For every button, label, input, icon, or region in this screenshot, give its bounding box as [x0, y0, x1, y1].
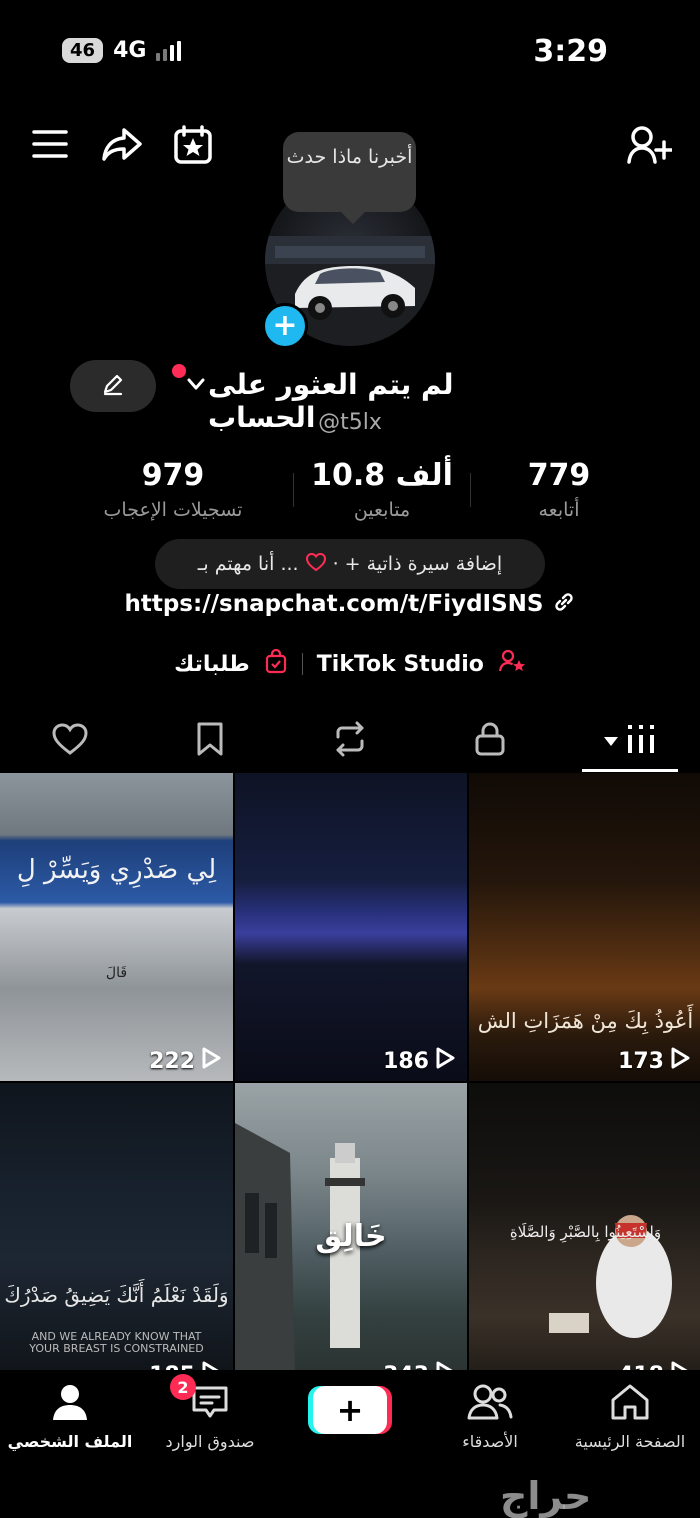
- bio-pill[interactable]: أنا مهتم بـ ... · + إضافة سيرة ذاتية: [155, 539, 545, 589]
- view-count-value: 222: [149, 1048, 195, 1074]
- network-badge: 46: [62, 38, 104, 63]
- username-handle: @t5lx: [318, 410, 382, 435]
- bookmark-icon: [195, 721, 225, 761]
- video-thumbnail[interactable]: 186: [235, 773, 467, 1081]
- nav-label: الملف الشخصي: [7, 1432, 133, 1451]
- create-button[interactable]: +: [313, 1386, 387, 1434]
- video-overlay-text: لِي صَدْرِي وَيَسِّرْ لِ: [16, 855, 217, 885]
- home-icon: [609, 1382, 651, 1426]
- inbox-icon: [190, 1382, 230, 1426]
- stat-value: 979: [141, 458, 205, 493]
- repost-icon: [330, 721, 370, 761]
- grid-videos-icon: [626, 723, 656, 759]
- shortcut-separator: [301, 653, 303, 675]
- notification-dot: [172, 364, 186, 378]
- heart-icon: [51, 722, 89, 760]
- interests-label[interactable]: أنا مهتم بـ ...: [198, 553, 299, 575]
- tab-liked[interactable]: [0, 710, 140, 772]
- add-friend-icon[interactable]: [626, 124, 674, 170]
- stat-following[interactable]: 779 أتابعه: [471, 458, 647, 521]
- stat-value: 779: [527, 458, 591, 493]
- view-count-value: 173: [618, 1048, 664, 1074]
- shortcuts-row: طلباتك TikTok Studio: [0, 648, 700, 680]
- status-prompt-tooltip[interactable]: أخبرنا ماذا حدث: [283, 132, 416, 224]
- tab-videos[interactable]: [560, 710, 700, 772]
- nav-inbox[interactable]: 2 صندوق الوارد: [140, 1370, 280, 1518]
- play-outline-icon: [435, 1047, 455, 1075]
- inbox-badge: 2: [170, 1374, 196, 1400]
- stat-likes[interactable]: 979 تسجيلات الإعجاب: [53, 458, 293, 521]
- edit-name-button[interactable]: [70, 360, 156, 412]
- profile-link-row[interactable]: https://snapchat.com/t/FiydISNS: [0, 590, 700, 617]
- video-thumbnail[interactable]: وَاسْتَعِينُوا بِالصَّبْرِ وَالصَّلَاةِ …: [469, 1083, 700, 1375]
- view-count: 173: [618, 1047, 690, 1075]
- video-grid: لِي صَدْرِي وَيَسِّرْ لِ قَالَ 222 186 أ…: [0, 773, 700, 1375]
- stat-followers[interactable]: 10.8 ألف متابعين: [294, 458, 470, 521]
- nav-label: الصفحة الرئيسية: [574, 1432, 686, 1451]
- view-count: 222: [149, 1047, 221, 1075]
- friends-icon: [467, 1382, 513, 1426]
- orders-label[interactable]: طلباتك: [174, 652, 250, 677]
- nav-label: الأصدقاء: [462, 1432, 518, 1451]
- nav-label: صندوق الوارد: [165, 1432, 255, 1451]
- status-time: 3:29: [533, 34, 608, 69]
- video-overlay-text: وَاسْتَعِينُوا بِالصَّبْرِ وَالصَّلَاةِ: [509, 1223, 662, 1241]
- status-left: 46 4G: [62, 38, 182, 63]
- link-icon: [552, 591, 576, 617]
- caret-down-icon: [604, 732, 618, 751]
- profile-link[interactable]: https://snapchat.com/t/FiydISNS: [124, 591, 543, 617]
- view-count-value: 186: [383, 1048, 429, 1074]
- tab-favorites[interactable]: [140, 710, 280, 772]
- bottom-nav: الملف الشخصي 2 صندوق الوارد + الأصدقاء ا…: [0, 1370, 700, 1518]
- video-overlay-english: AND WE ALREADY KNOW THAT YOUR BREAST IS …: [29, 1330, 204, 1355]
- video-overlay-text: وَلَقَدْ نَعْلَمُ أَنَّكَ يَضِيقُ صَدْرُ…: [4, 1283, 229, 1307]
- stat-label: متابعين: [353, 499, 411, 521]
- stats-row: 979 تسجيلات الإعجاب 10.8 ألف متابعين 779…: [0, 458, 700, 521]
- pencil-icon: [100, 371, 126, 401]
- studio-icon: [498, 648, 526, 680]
- bio-separator: ·: [332, 553, 339, 575]
- play-outline-icon: [201, 1047, 221, 1075]
- tiktok-studio-label[interactable]: TikTok Studio: [317, 652, 484, 677]
- video-thumbnail[interactable]: وَلَقَدْ نَعْلَمُ أَنَّكَ يَضِيقُ صَدْرُ…: [0, 1083, 233, 1375]
- nav-profile[interactable]: الملف الشخصي: [0, 1370, 140, 1518]
- tab-reposts[interactable]: [280, 710, 420, 772]
- play-outline-icon: [670, 1047, 690, 1075]
- profile-icon: [50, 1382, 90, 1426]
- stat-label: تسجيلات الإعجاب: [103, 499, 243, 521]
- heart-outline-icon: [305, 552, 327, 577]
- video-thumbnail[interactable]: خَالِق 343: [235, 1083, 467, 1375]
- stat-value: 10.8 ألف: [311, 458, 453, 493]
- add-bio-label[interactable]: + إضافة سيرة ذاتية: [345, 553, 503, 575]
- view-count: 186: [383, 1047, 455, 1075]
- chevron-down-icon[interactable]: [186, 376, 206, 396]
- video-overlay-text: أَعُوذُ بِكَ مِنْ هَمَزَاتِ الش: [477, 1009, 694, 1033]
- shopping-bag-icon: [264, 648, 288, 680]
- watermark-logo: حراج: [500, 1474, 592, 1518]
- video-thumbnail[interactable]: لِي صَدْرِي وَيَسِّرْ لِ قَالَ 222: [0, 773, 233, 1081]
- profile-tabs: [0, 710, 700, 772]
- stat-label: أتابعه: [538, 499, 580, 521]
- tab-private[interactable]: [420, 710, 560, 772]
- add-story-button[interactable]: +: [262, 303, 308, 349]
- video-overlay-text: خَالِق: [315, 1219, 387, 1254]
- network-type: 4G: [113, 38, 147, 63]
- video-overlay-text: قَالَ: [105, 965, 128, 981]
- video-thumbnail[interactable]: أَعُوذُ بِكَ مِنْ هَمَزَاتِ الش 173: [469, 773, 700, 1081]
- lock-icon: [474, 721, 506, 761]
- share-icon[interactable]: [100, 124, 144, 168]
- nav-create[interactable]: +: [280, 1370, 420, 1518]
- signal-icon: [156, 40, 182, 61]
- status-bar: 46 4G 3:29: [0, 0, 700, 100]
- calendar-star-icon[interactable]: [172, 124, 214, 170]
- menu-icon[interactable]: [30, 126, 70, 166]
